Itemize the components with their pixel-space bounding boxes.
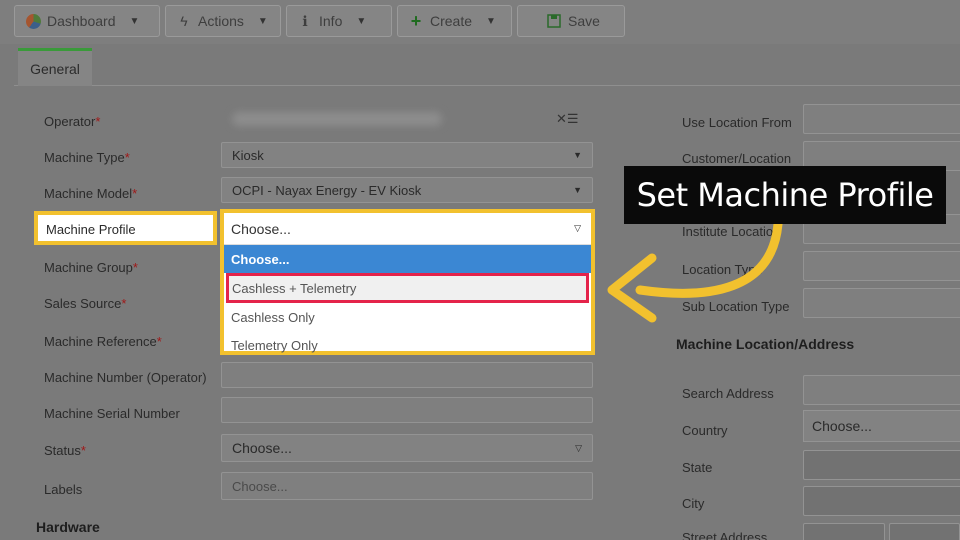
machine-number-operator-input[interactable] [221, 362, 593, 388]
operator-value-redacted [232, 112, 442, 126]
status-select[interactable]: Choose... ▽ [221, 434, 593, 462]
hardware-heading: Hardware [36, 519, 100, 535]
chevron-down-icon: ▼ [486, 15, 496, 27]
clear-list-icon[interactable]: ✕☰ [556, 111, 579, 127]
machine-type-label: Machine Type* [44, 150, 130, 165]
option-telemetry-only[interactable]: Telemetry Only [224, 331, 591, 359]
labels-input[interactable]: Choose... [221, 472, 593, 500]
customer-location-label: Customer/Location [682, 151, 792, 166]
chevron-down-icon: ▼ [573, 150, 582, 160]
location-type-select[interactable] [803, 251, 960, 281]
machine-location-heading: Machine Location/Address [676, 336, 855, 352]
operator-label: Operator* [44, 114, 101, 129]
save-label: Save [568, 13, 600, 29]
use-location-from-select[interactable] [803, 104, 960, 134]
toolbar: Dashboard ▼ ϟ Actions ▼ ℹ Info ▼ + Creat… [0, 0, 960, 44]
machine-profile-select[interactable]: Choose... ▽ [224, 213, 591, 245]
info-label: Info [319, 13, 343, 29]
labels-label: Labels [44, 482, 83, 497]
machine-number-operator-label: Machine Number (Operator) [44, 370, 207, 385]
dashboard-label: Dashboard [47, 13, 116, 29]
plus-icon: + [410, 10, 422, 31]
street-address-label: Street Address [682, 530, 768, 540]
machine-group-label: Machine Group* [44, 260, 138, 275]
tab-general[interactable]: General [18, 48, 92, 86]
pie-chart-icon [25, 13, 41, 29]
use-location-from-label: Use Location From [682, 115, 792, 130]
search-address-label: Search Address [682, 386, 774, 401]
machine-model-label: Machine Model* [44, 186, 138, 201]
option-cashless-telemetry[interactable]: Cashless + Telemetry [226, 273, 589, 303]
chevron-down-icon: ▼ [573, 185, 582, 195]
sub-location-type-select[interactable] [803, 288, 960, 318]
create-label: Create [430, 13, 473, 29]
tab-strip: General [14, 48, 960, 86]
search-address-input[interactable] [803, 375, 960, 405]
info-icon: ℹ [302, 12, 308, 29]
machine-profile-dropdown[interactable]: Choose... ▽ Choose... Cashless + Telemetr… [220, 209, 595, 355]
machine-type-select[interactable]: Kiosk ▼ [221, 142, 593, 168]
machine-reference-label: Machine Reference* [44, 334, 162, 349]
save-button[interactable]: Save [517, 5, 625, 37]
state-input[interactable] [803, 450, 960, 480]
street-address-input[interactable] [803, 523, 885, 540]
city-input[interactable] [803, 486, 960, 516]
actions-label: Actions [198, 13, 244, 29]
country-label: Country [682, 423, 728, 438]
option-cashless-only[interactable]: Cashless Only [224, 303, 591, 331]
institute-location-label: Institute Location [682, 224, 781, 239]
chevron-down-icon: ▽ [574, 223, 581, 233]
chevron-down-icon: ▽ [575, 442, 582, 453]
chevron-down-icon: ▼ [129, 15, 140, 27]
machine-profile-label: Machine Profile [34, 211, 217, 245]
instruction-callout: Set Machine Profile [624, 166, 946, 224]
save-icon [546, 13, 562, 29]
sub-location-type-label: Sub Location Type [682, 299, 790, 314]
chevron-down-icon: ▼ [356, 15, 367, 27]
state-label: State [682, 460, 713, 475]
create-button[interactable]: + Create ▼ [397, 5, 512, 37]
street-address-input-2[interactable] [889, 523, 960, 540]
machine-serial-number-label: Machine Serial Number [44, 406, 180, 421]
sales-source-label: Sales Source* [44, 296, 127, 311]
dashboard-button[interactable]: Dashboard ▼ [14, 5, 160, 37]
option-choose[interactable]: Choose... [224, 245, 591, 273]
status-label: Status* [44, 443, 86, 458]
info-button[interactable]: ℹ Info ▼ [286, 5, 392, 37]
machine-serial-number-input[interactable] [221, 397, 593, 423]
location-type-label: Location Type [682, 262, 763, 277]
chevron-down-icon: ▼ [257, 15, 268, 27]
machine-model-select[interactable]: OCPI - Nayax Energy - EV Kiosk ▼ [221, 177, 593, 203]
lightning-icon: ϟ [180, 13, 188, 29]
actions-button[interactable]: ϟ Actions ▼ [165, 5, 281, 37]
city-label: City [682, 496, 705, 511]
country-select[interactable]: Choose... [803, 410, 960, 442]
